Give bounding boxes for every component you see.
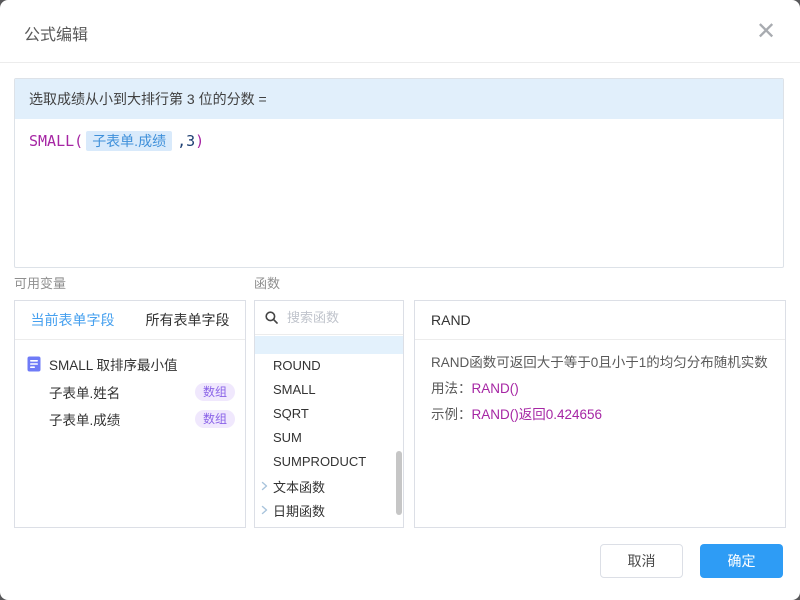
array-badge: 数组 bbox=[195, 410, 235, 428]
function-detail-body: RAND函数可返回大于等于0且小于1的均匀分布随机实数 用法：RAND() 示例… bbox=[415, 340, 785, 438]
confirm-button[interactable]: 确定 bbox=[700, 544, 783, 578]
tree-item-subform-name[interactable]: 子表单.姓名 数组 bbox=[15, 378, 245, 405]
tree-item-label: 子表单.成绩 bbox=[49, 409, 120, 429]
variables-panel: 当前表单字段 所有表单字段 SMALL 取排序最小值 子表单.姓名 数组 子表单… bbox=[14, 300, 246, 528]
function-item-sqrt[interactable]: SQRT bbox=[255, 402, 403, 426]
function-example: 示例：RAND()返回0.424656 bbox=[431, 402, 769, 428]
variables-tree: SMALL 取排序最小值 子表单.姓名 数组 子表单.成绩 数组 bbox=[15, 340, 245, 432]
function-group-text[interactable]: 文本函数 bbox=[255, 474, 403, 498]
variables-tabs: 当前表单字段 所有表单字段 bbox=[15, 301, 245, 340]
tab-all-form-fields[interactable]: 所有表单字段 bbox=[130, 301, 245, 339]
function-detail-title: RAND bbox=[415, 301, 785, 340]
function-group-logic[interactable]: 逻辑函数 bbox=[255, 522, 403, 527]
dialog-header: 公式编辑 ✕ bbox=[0, 0, 800, 63]
formula-edit-dialog: 公式编辑 ✕ 选取成绩从小到大排行第 3 位的分数 = SMALL(子表单.成绩… bbox=[0, 0, 800, 600]
field-token[interactable]: 子表单.成绩 bbox=[86, 131, 172, 151]
function-description: RAND函数可返回大于等于0且小于1的均匀分布随机实数 bbox=[431, 350, 769, 376]
dialog-title: 公式编辑 bbox=[24, 21, 88, 45]
function-item-sumproduct[interactable]: SUMPRODUCT bbox=[255, 450, 403, 474]
function-group-label: 文本函数 bbox=[273, 477, 325, 496]
function-item-rand[interactable]: RAND bbox=[255, 336, 403, 354]
chevron-right-icon bbox=[260, 481, 269, 491]
cancel-button[interactable]: 取消 bbox=[600, 544, 683, 578]
form-doc-icon bbox=[27, 356, 41, 372]
formula-close-paren: ) bbox=[195, 132, 204, 150]
formula-editor[interactable]: SMALL(子表单.成绩 ,3) bbox=[15, 119, 783, 163]
function-item-round[interactable]: ROUND bbox=[255, 354, 403, 378]
usage-label: 用法： bbox=[431, 381, 472, 396]
tree-root-item[interactable]: SMALL 取排序最小值 bbox=[15, 350, 245, 378]
functions-panel: RAND ROUND SMALL SQRT SUM SUMPRODUCT 文本函… bbox=[254, 300, 404, 528]
tree-item-label: 子表单.姓名 bbox=[49, 382, 120, 402]
search-icon bbox=[265, 311, 278, 324]
close-icon[interactable]: ✕ bbox=[752, 17, 780, 45]
function-group-label: 日期函数 bbox=[273, 501, 325, 520]
function-list: RAND ROUND SMALL SQRT SUM SUMPRODUCT 文本函… bbox=[255, 336, 403, 527]
function-usage: 用法：RAND() bbox=[431, 376, 769, 402]
function-item-small[interactable]: SMALL bbox=[255, 378, 403, 402]
function-item-sum[interactable]: SUM bbox=[255, 426, 403, 450]
example-label: 示例： bbox=[431, 407, 472, 422]
search-input[interactable] bbox=[285, 309, 393, 326]
usage-code: RAND() bbox=[472, 381, 519, 396]
scrollbar-thumb[interactable] bbox=[396, 451, 402, 515]
chevron-right-icon bbox=[260, 505, 269, 515]
tree-item-subform-score[interactable]: 子表单.成绩 数组 bbox=[15, 405, 245, 432]
function-detail-panel: RAND RAND函数可返回大于等于0且小于1的均匀分布随机实数 用法：RAND… bbox=[414, 300, 786, 528]
formula-function-name: SMALL( bbox=[29, 132, 83, 150]
tab-current-form-fields[interactable]: 当前表单字段 bbox=[15, 301, 130, 339]
function-group-label: 逻辑函数 bbox=[273, 525, 325, 528]
tree-root-label: SMALL 取排序最小值 bbox=[49, 354, 178, 374]
formula-hint: 选取成绩从小到大排行第 3 位的分数 = bbox=[15, 79, 783, 119]
function-group-date[interactable]: 日期函数 bbox=[255, 498, 403, 522]
array-badge: 数组 bbox=[195, 383, 235, 401]
formula-args: ,3 bbox=[177, 132, 195, 150]
variables-panel-label: 可用变量 bbox=[14, 273, 66, 292]
formula-box: 选取成绩从小到大排行第 3 位的分数 = SMALL(子表单.成绩 ,3) bbox=[14, 78, 784, 268]
example-code: RAND()返回0.424656 bbox=[472, 407, 603, 422]
function-search bbox=[255, 301, 403, 335]
functions-panel-label: 函数 bbox=[254, 273, 280, 292]
